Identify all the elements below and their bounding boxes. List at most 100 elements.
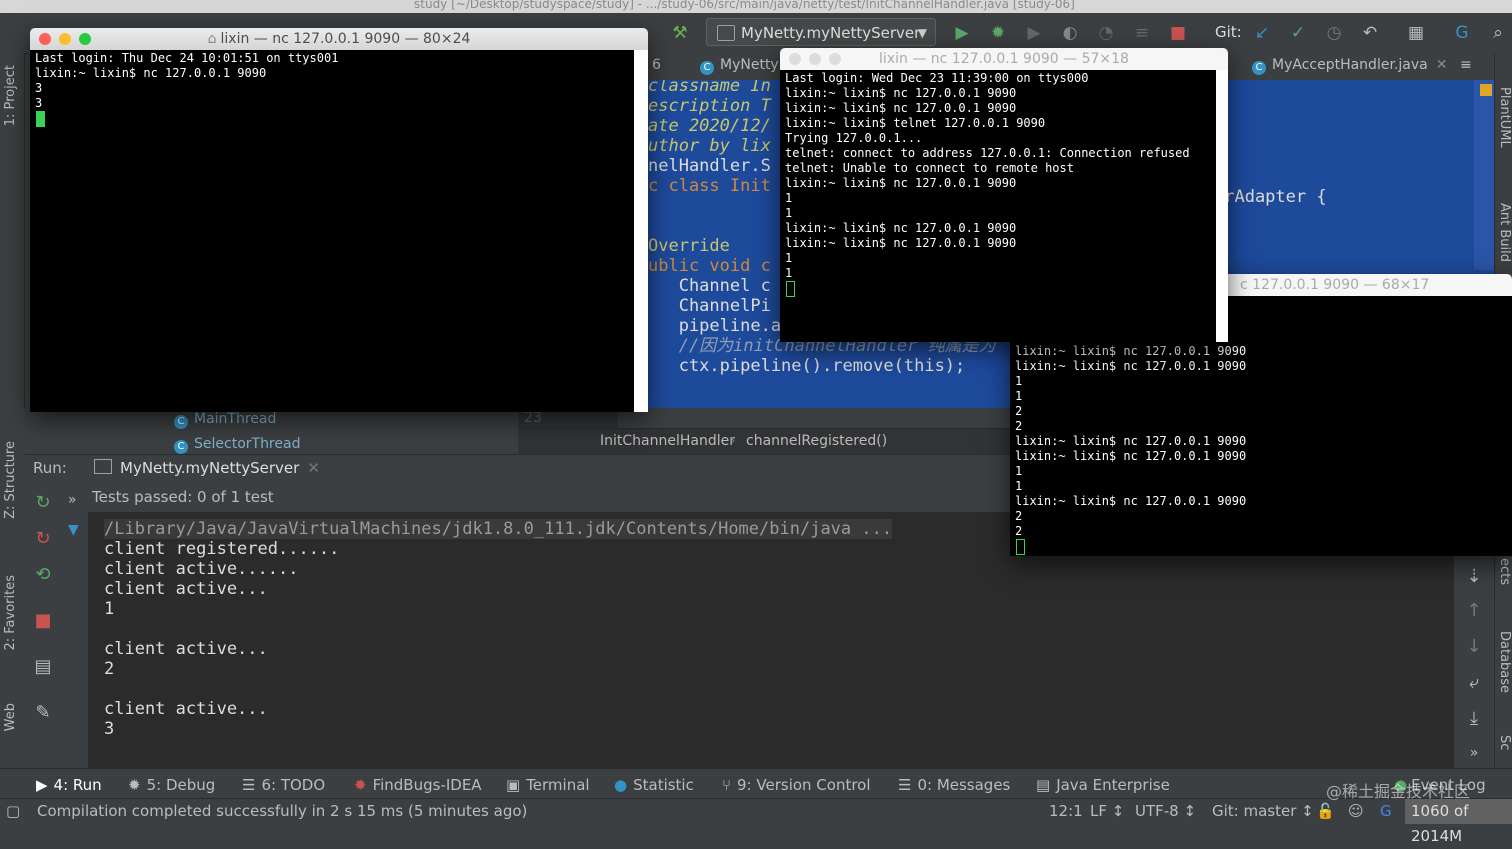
profiler-icon[interactable]: ◔ [1096, 23, 1116, 43]
ant-build-tool-tab[interactable]: Ant Build [1497, 203, 1512, 262]
sort-icon[interactable]: ⇣ [1463, 566, 1485, 588]
terminal-window-1[interactable]: ⌂ lixin — nc 127.0.0.1 9090 — 80×24 Last … [30, 28, 648, 412]
terminal-window-2[interactable]: lixin — nc 127.0.0.1 9090 — 57×18 Last l… [780, 48, 1228, 342]
run-config-selector[interactable]: MyNetty.myNettyServer ▼ [706, 18, 936, 46]
tab-findbugs[interactable]: ✹ FindBugs-IDEA [354, 776, 482, 794]
terminal-1-titlebar[interactable]: ⌂ lixin — nc 127.0.0.1 9090 — 80×24 [30, 28, 648, 50]
console-line: client active...... [104, 559, 299, 579]
zoom-icon[interactable] [79, 33, 91, 45]
tab-run[interactable]: ▶ 4: Run [36, 776, 102, 794]
terminal-2-output[interactable]: Last login: Wed Dec 23 11:39:00 on ttys0… [780, 70, 1228, 342]
tab-debug-label: 5: Debug [146, 776, 216, 794]
terminal-cursor [1016, 539, 1025, 555]
git-revert-icon[interactable]: ↶ [1360, 23, 1380, 43]
inspector-icon[interactable]: ☺ [1348, 802, 1364, 820]
project-tool-tab[interactable]: 1: Project [3, 65, 18, 126]
run-icon[interactable]: ▶ [952, 23, 972, 43]
build-config-icon[interactable]: ≡ [1132, 23, 1152, 43]
toggle-auto-test-icon[interactable]: ⟲ [32, 564, 54, 586]
tab-overflow-menu[interactable]: ≡ [1460, 57, 1472, 73]
favorites-tool-tab[interactable]: 2: Favorites [3, 575, 18, 651]
layout-toggle-icon[interactable]: ▢ [6, 802, 20, 820]
console-line: client active... [104, 699, 268, 719]
soft-wrap-icon[interactable]: ⤶ [1463, 672, 1485, 694]
pin-icon[interactable]: ✎ [32, 702, 54, 724]
git-update-icon[interactable]: ↙ [1252, 23, 1272, 43]
run-coverage-icon[interactable]: ▶ [1024, 23, 1044, 43]
terminal-line: 1 [1015, 464, 1023, 478]
search-icon[interactable]: ⌕ [1488, 23, 1508, 43]
line-separator[interactable]: LF ↕ [1090, 802, 1124, 820]
terminal-line: lixin:~ lixin$ nc 127.0.0.1 9090 [785, 221, 1017, 235]
down-arrow-icon[interactable]: ↓ [1463, 636, 1485, 658]
tab-java-enterprise[interactable]: ▤ Java Enterprise [1036, 776, 1170, 794]
minimize-icon[interactable] [809, 53, 821, 65]
stop-icon[interactable]: ■ [32, 610, 54, 632]
tab-messages[interactable]: ☰ 0: Messages [898, 776, 1010, 794]
terminal-line: lixin:~ lixin$ nc 127.0.0.1 9090 [785, 176, 1017, 190]
editor-tab-mynetty[interactable]: C MyNetty [700, 57, 779, 75]
cursor-position[interactable]: 12:1 [1049, 802, 1083, 820]
editor-tab-partial[interactable]: 6 [652, 57, 661, 73]
tree-item-mainthread[interactable]: C MainThread [174, 411, 276, 429]
tab-debug[interactable]: ✹ 5: Debug [128, 776, 215, 794]
structure-tool-tab[interactable]: Z: Structure [3, 441, 18, 519]
memory-indicator[interactable]: 1060 of 2014M [1405, 799, 1512, 845]
run-tab-label: MyNetty.myNettyServer [120, 459, 300, 477]
web-tool-tab[interactable]: Web [3, 703, 18, 731]
tab-statistic[interactable]: ● Statistic [614, 776, 694, 794]
breadcrumb-method[interactable]: channelRegistered() [746, 433, 887, 449]
database-tool-tab[interactable]: Database [1497, 631, 1512, 693]
build-hammer-icon[interactable]: ⚒ [670, 23, 690, 43]
editor-scrollbar[interactable] [1474, 80, 1494, 270]
git-history-icon[interactable]: ◷ [1324, 23, 1344, 43]
file-encoding[interactable]: UTF-8 ↕ [1135, 802, 1196, 820]
google-icon[interactable]: G [1380, 802, 1392, 820]
projects-tool-tab[interactable]: ects [1497, 558, 1512, 585]
status-message[interactable]: Compilation completed successfully in 2 … [37, 802, 527, 820]
lock-icon[interactable]: 🔓 [1316, 802, 1335, 820]
console-line: 2 [104, 659, 115, 679]
terminal-2-scrollbar[interactable] [1216, 70, 1228, 342]
close-icon[interactable] [789, 53, 801, 65]
layout-icon[interactable]: ▤ [32, 656, 54, 678]
code-line: ublic void c [648, 256, 771, 276]
terminal-2-titlebar[interactable]: lixin — nc 127.0.0.1 9090 — 57×18 [780, 48, 1228, 70]
plantuml-tool-tab[interactable]: PlantUML [1497, 87, 1512, 148]
tree-item-selectorthread[interactable]: C SelectorThread [174, 436, 300, 454]
git-branch[interactable]: Git: master ↕ [1212, 802, 1314, 820]
tab-todo[interactable]: ☰ 6: TODO [242, 776, 325, 794]
tab-version-control[interactable]: ⑂ 9: Version Control [722, 776, 871, 794]
breadcrumb-class[interactable]: InitChannelHandler [600, 433, 735, 449]
project-tree: C MainThread C SelectorThread [24, 408, 518, 454]
minimize-icon[interactable] [59, 33, 71, 45]
rerun-icon[interactable]: ↻ [32, 492, 54, 514]
editor-tab-myaccepthandler[interactable]: C MyAcceptHandler.java ✕ [1252, 57, 1447, 75]
debug-icon[interactable]: ✹ [988, 23, 1008, 43]
rerun-failed-icon[interactable]: ↻ [32, 528, 54, 550]
more-icon[interactable]: » [1463, 742, 1485, 764]
close-icon[interactable]: ✕ [1436, 57, 1448, 73]
up-arrow-icon[interactable]: ↑ [1463, 600, 1485, 622]
zoom-icon[interactable] [829, 53, 841, 65]
git-commit-icon[interactable]: ✓ [1288, 23, 1308, 43]
chevron-down-icon: ▼ [917, 26, 927, 40]
tab-terminal[interactable]: ▣ Terminal [506, 776, 590, 794]
run-tab[interactable]: MyNetty.myNettyServer ✕ [94, 459, 320, 477]
project-structure-icon[interactable]: ▦ [1406, 23, 1426, 43]
scroll-to-end-icon[interactable]: ⤓ [1463, 708, 1485, 730]
expand-icon[interactable]: » [68, 492, 77, 508]
terminal-line: lixin:~ lixin$ nc 127.0.0.1 9090 [1015, 434, 1247, 448]
chevron-down-icon[interactable]: ▼ [68, 522, 79, 538]
profile-icon[interactable]: ◐ [1060, 23, 1080, 43]
scientific-tool-tab[interactable]: Sc [1497, 735, 1512, 750]
terminal-1-output[interactable]: Last login: Thu Dec 24 10:01:51 on ttys0… [30, 50, 648, 412]
close-icon[interactable] [39, 33, 51, 45]
terminal-line: telnet: connect to address 127.0.0.1: Co… [785, 146, 1190, 160]
stop-icon[interactable]: ■ [1168, 23, 1188, 43]
terminal-1-scrollbar[interactable] [634, 50, 648, 412]
close-icon[interactable]: ✕ [307, 459, 320, 477]
terminal-1-title: lixin — nc 127.0.0.1 9090 — 80×24 [220, 31, 471, 47]
translate-icon[interactable]: G [1452, 23, 1472, 43]
terminal-line: 1 [1015, 374, 1023, 388]
